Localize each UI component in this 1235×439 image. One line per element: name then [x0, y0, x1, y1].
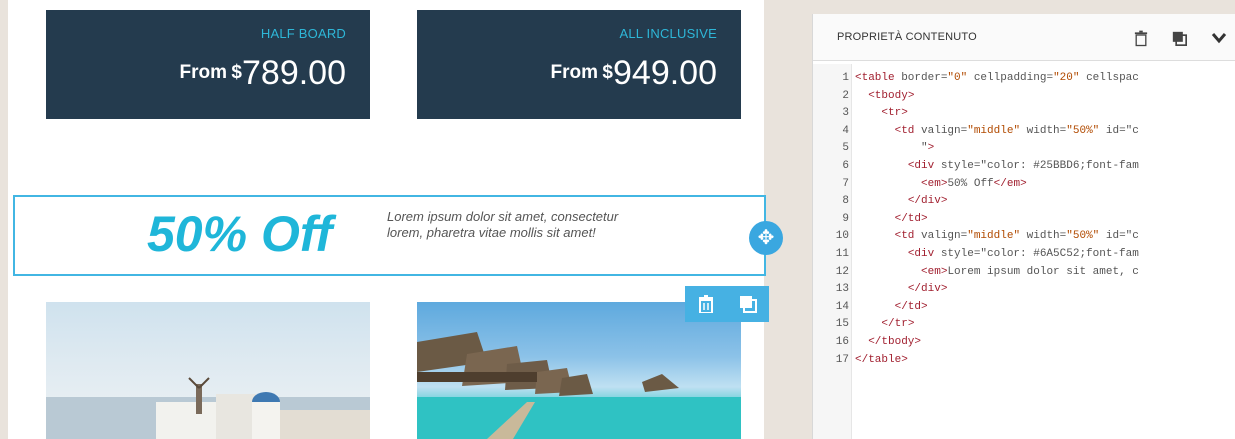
duplicate-icon: [1172, 31, 1187, 47]
line-number: 10: [835, 230, 849, 243]
code-line[interactable]: </tbody>: [855, 336, 921, 348]
price-from-label: From: [179, 62, 227, 83]
card-label: HALF BOARD: [260, 26, 346, 41]
panel-header: PROPRIETÀ CONTENUTO: [813, 14, 1235, 61]
maldives-image[interactable]: [417, 302, 741, 439]
chevron-down-icon: [1211, 33, 1227, 44]
line-number: 4: [842, 124, 849, 137]
all-inclusive-card[interactable]: ALL INCLUSIVE From $949.00: [417, 10, 741, 119]
code-line[interactable]: <div style="color: #25BBD6;font-fam: [855, 160, 1139, 172]
delete-block-button[interactable]: [685, 286, 727, 322]
code-line[interactable]: <table border="0" cellpadding="20" cells…: [855, 72, 1139, 84]
price-amount: 789.00: [242, 54, 346, 92]
line-number: 9: [842, 212, 849, 225]
code-line[interactable]: </div>: [855, 283, 948, 295]
line-number: 7: [842, 177, 849, 190]
line-number: 17: [835, 353, 849, 366]
move-icon[interactable]: ✥: [749, 221, 783, 255]
card-price: From $789.00: [179, 54, 346, 93]
content-properties-panel: PROPRIETÀ CONTENUTO 1 <table border="0" c…: [812, 14, 1235, 439]
price-amount: 949.00: [613, 54, 717, 92]
code-line[interactable]: </div>: [855, 195, 948, 207]
panel-title: PROPRIETÀ CONTENUTO: [837, 31, 977, 43]
code-line[interactable]: <td valign="middle" width="50%" id="c: [855, 230, 1139, 242]
block-toolbar: [685, 286, 769, 322]
code-line[interactable]: </table>: [855, 354, 908, 366]
code-line[interactable]: ">: [855, 142, 934, 154]
promo-block-selected[interactable]: 50% Off Lorem ipsum dolor sit amet, cons…: [13, 195, 766, 276]
trash-icon: [1134, 30, 1148, 47]
price-currency: $: [231, 62, 242, 83]
line-number: 12: [835, 265, 849, 278]
promo-description[interactable]: Lorem ipsum dolor sit amet, consectetur …: [387, 209, 647, 241]
line-number: 6: [842, 160, 849, 172]
code-line[interactable]: </td>: [855, 213, 928, 225]
code-line[interactable]: <tr>: [855, 107, 907, 119]
code-line[interactable]: <div style="color: #6A5C52;font-fam: [855, 248, 1139, 260]
line-number: 15: [835, 318, 849, 331]
line-number: 8: [842, 195, 849, 208]
code-editor[interactable]: 1 <table border="0" cellpadding="20" cell…: [813, 72, 1235, 432]
duplicate-icon: [740, 296, 757, 313]
trash-icon: [699, 295, 713, 314]
collapse-panel-button[interactable]: [1205, 26, 1233, 50]
code-line[interactable]: <em>50% Off</em>: [855, 178, 1027, 190]
duplicate-content-button[interactable]: [1165, 26, 1193, 50]
delete-content-button[interactable]: [1127, 26, 1155, 50]
line-number: 14: [835, 300, 849, 313]
price-currency: $: [602, 62, 613, 83]
code-line[interactable]: </td>: [855, 301, 928, 313]
promo-headline[interactable]: 50% Off: [147, 205, 332, 263]
overwater-villas-illustration: [417, 332, 741, 439]
duplicate-block-button[interactable]: [727, 286, 769, 322]
line-number: 13: [835, 283, 849, 296]
half-board-card[interactable]: HALF BOARD From $789.00: [46, 10, 370, 119]
card-label: ALL INCLUSIVE: [619, 26, 717, 41]
line-number: 5: [842, 142, 849, 155]
price-from-label: From: [550, 62, 598, 83]
line-number: 3: [842, 107, 849, 120]
code-line[interactable]: <td valign="middle" width="50%" id="c: [855, 125, 1139, 137]
santorini-illustration: [46, 377, 370, 439]
line-number: 2: [842, 89, 849, 102]
code-line[interactable]: <em>Lorem ipsum dolor sit amet, c: [855, 266, 1139, 278]
code-line[interactable]: <tbody>: [855, 90, 914, 102]
line-number: 16: [835, 336, 849, 348]
line-number: 11: [835, 248, 849, 260]
line-number: 1: [842, 72, 849, 84]
card-price: From $949.00: [550, 54, 717, 93]
code-line[interactable]: </tr>: [855, 318, 914, 330]
santorini-image[interactable]: [46, 302, 370, 439]
